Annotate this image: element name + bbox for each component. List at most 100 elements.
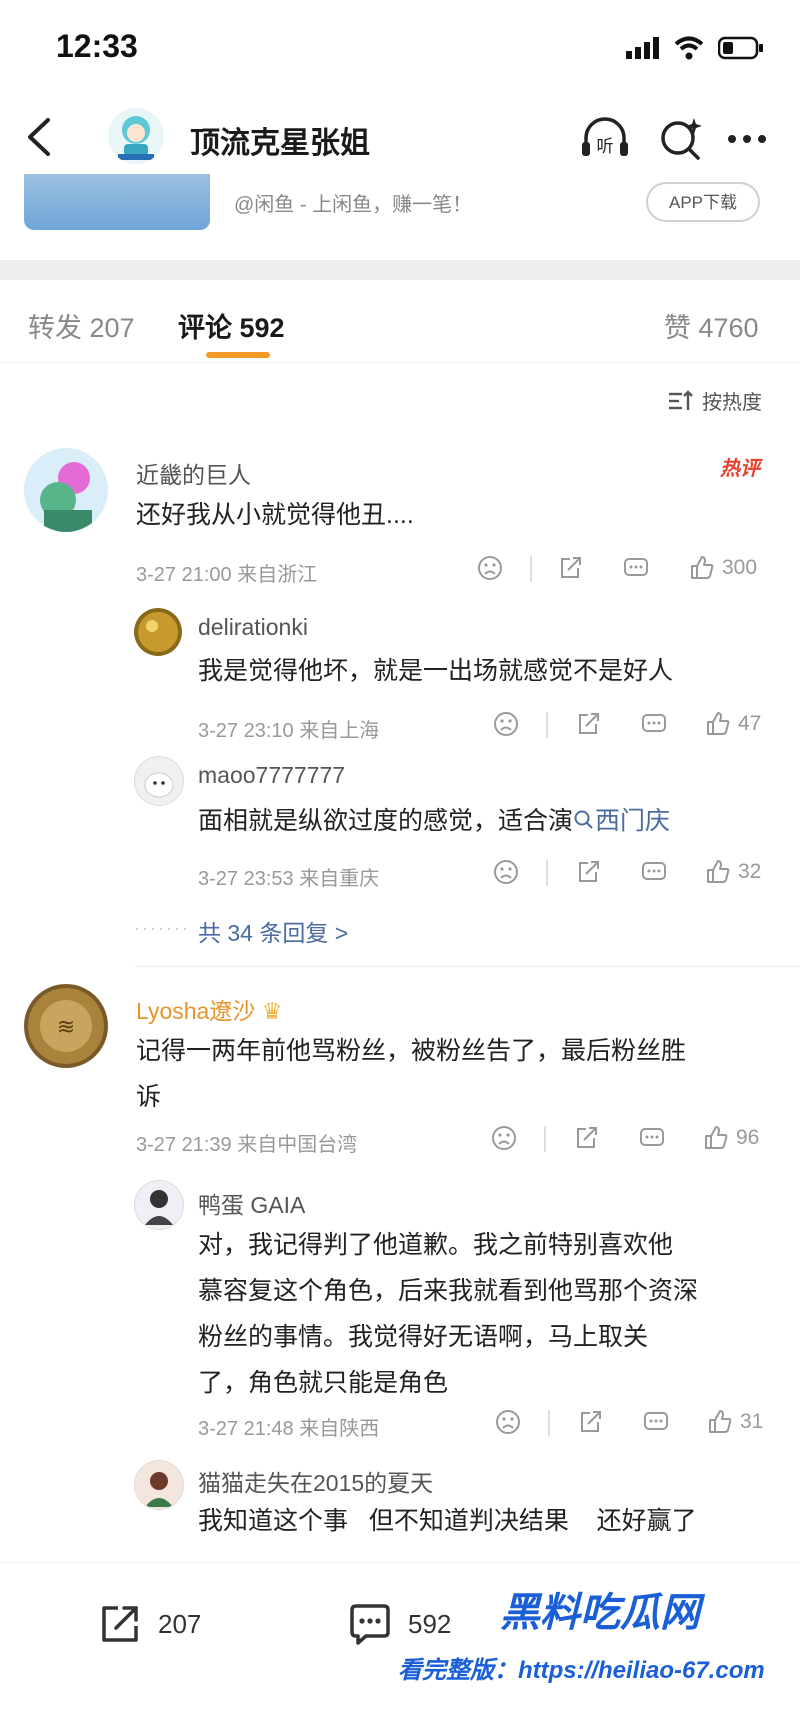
dislike-button[interactable] (492, 710, 520, 738)
like-count: 300 (722, 556, 758, 579)
search-sparkle-icon (661, 118, 702, 160)
app-download-button[interactable]: APP下载 (646, 182, 760, 222)
repost-count: 207 (158, 1608, 202, 1639)
reply-text-line4: 了，角色就只能是角色 (198, 1369, 449, 1397)
topic-link-text: 西门庆 (595, 807, 671, 835)
action-divider (544, 1126, 546, 1152)
share-button[interactable] (576, 1408, 604, 1436)
avatar[interactable]: ≋ (24, 984, 108, 1068)
share-icon (579, 861, 599, 882)
like-button[interactable]: 47 (704, 710, 761, 738)
comment-count: 592 (408, 1608, 452, 1639)
dislike-button[interactable] (492, 858, 520, 886)
reply-button[interactable] (642, 1408, 670, 1436)
reply-button[interactable] (638, 1124, 666, 1152)
back-button[interactable] (18, 112, 62, 162)
reply-text: 我知道这个事 但不知道判决结果 还好赢了 (198, 1507, 697, 1535)
reply-username[interactable]: maoo7777777 (198, 762, 345, 789)
like-button[interactable]: 31 (706, 1408, 763, 1436)
comment-meta: 3-27 21:39 来自中国台湾 (136, 1134, 358, 1156)
action-divider (548, 1410, 550, 1436)
action-divider (546, 712, 548, 738)
reply-username[interactable]: 鸭蛋 GAIA (198, 1186, 305, 1220)
sort-icon (669, 389, 693, 410)
svg-text:≋: ≋ (57, 1015, 75, 1040)
more-replies-link[interactable]: 共 34 条回复 > (198, 914, 348, 948)
reply-meta: 3-27 21:48 来自陕西 (198, 1418, 380, 1440)
reply-text-line3: 粉丝的事情。我觉得好无语啊，马上取关 (198, 1323, 649, 1351)
like-button[interactable]: 32 (704, 858, 761, 886)
like-button[interactable]: 300 (688, 554, 757, 582)
share-button[interactable] (574, 710, 602, 738)
headphones-icon: 听 (582, 117, 628, 157)
comment-username[interactable]: 近畿的巨人 (136, 456, 251, 490)
bottom-comment-button[interactable]: 592 (346, 1600, 451, 1648)
tiger-coin-avatar-icon: ≋ (28, 988, 104, 1064)
dislike-button[interactable] (476, 554, 504, 582)
avatar[interactable] (134, 1180, 184, 1230)
share-icon (581, 1411, 601, 1432)
reply-button[interactable] (640, 710, 668, 738)
sort-button[interactable]: 按热度 (668, 386, 762, 415)
topic-link[interactable]: 西门庆 (573, 807, 670, 835)
status-icons (626, 36, 764, 60)
more-button[interactable] (722, 112, 776, 166)
section-separator (0, 260, 800, 280)
reply-meta: 3-27 23:53 来自重庆 (198, 868, 380, 890)
share-button[interactable] (574, 858, 602, 886)
bottom-repost-button[interactable]: 207 (96, 1600, 201, 1648)
comment-bubble-icon (642, 714, 666, 732)
share-button[interactable] (572, 1124, 600, 1152)
reply-username[interactable]: delirationki (198, 614, 308, 641)
comment-username[interactable]: Lyosha遼沙 ♛ (136, 992, 282, 1026)
account-avatar[interactable] (108, 108, 164, 164)
reply-button[interactable] (640, 858, 668, 886)
frown-icon (496, 1410, 520, 1434)
dislike-button[interactable] (494, 1408, 522, 1436)
comment-bubble-icon (642, 862, 666, 880)
like-count: 31 (740, 1410, 764, 1433)
figure-avatar-icon (145, 1190, 173, 1225)
repost-icon (102, 1606, 138, 1642)
comment-text-line2: 诉 (136, 1083, 162, 1111)
comment-bubble-icon (350, 1604, 390, 1645)
like-count: 47 (738, 712, 762, 735)
like-button[interactable]: 96 (702, 1124, 759, 1152)
reply-meta: 3-27 23:10 来自上海 (198, 720, 380, 742)
reply-text-main: 面相就是纵欲过度的感觉，适合演 (198, 807, 574, 835)
replies-dots: ······· (134, 918, 190, 938)
ad-banner-text: @闲鱼 - 上闲鱼，赚一笔！ (234, 194, 473, 216)
share-button[interactable] (556, 554, 584, 582)
active-tab-indicator (206, 352, 270, 358)
like-count: 96 (736, 1126, 760, 1149)
hot-comment-badge: 热评 (720, 458, 760, 480)
avatar[interactable] (134, 608, 182, 656)
signal-icon (626, 37, 659, 59)
page-title: 顶流克星张姐 (190, 127, 370, 160)
comment-bubble-icon (644, 1412, 668, 1430)
thumbs-up-icon (709, 1410, 732, 1433)
search-button[interactable] (654, 112, 708, 166)
reply-username[interactable]: 猫猫走失在2015的夏天 (198, 1464, 433, 1498)
comment-text-line1: 记得一两年前他骂粉丝，被粉丝告了，最后粉丝胜 (136, 1037, 687, 1065)
frown-icon (494, 712, 518, 736)
avatar[interactable] (24, 448, 108, 532)
ad-banner-image[interactable] (24, 174, 210, 230)
tabs-divider (0, 362, 800, 363)
sort-label: 按热度 (702, 392, 762, 414)
dislike-button[interactable] (490, 1124, 518, 1152)
avatar[interactable] (134, 756, 184, 806)
reply-button[interactable] (622, 554, 650, 582)
listen-button[interactable]: 听 (578, 112, 632, 166)
avatar[interactable] (134, 1460, 184, 1510)
comment-meta: 3-27 21:00 来自浙江 (136, 564, 318, 586)
bunny-avatar-icon (144, 772, 174, 798)
watermark-title: 黑料吃瓜网 (500, 1591, 700, 1635)
thumbs-up-icon (707, 860, 730, 883)
wifi-icon (674, 36, 704, 60)
tab-comments[interactable]: 评论 592 (178, 306, 285, 345)
tab-reposts[interactable]: 转发 207 (28, 306, 135, 345)
watermark-url: 看完整版：https://heiliao-67.com (398, 1657, 765, 1684)
action-divider (530, 556, 532, 582)
tab-likes[interactable]: 赞 4760 (664, 306, 759, 345)
